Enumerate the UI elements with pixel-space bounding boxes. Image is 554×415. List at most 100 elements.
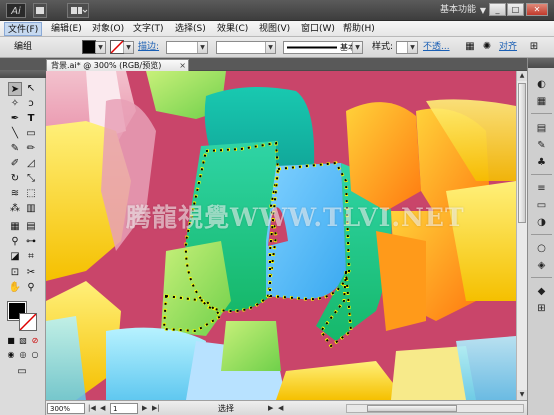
align-link[interactable]: 对齐: [499, 42, 517, 53]
selection-tool-icon[interactable]: ➤: [8, 82, 22, 96]
close-tab-icon[interactable]: ×: [179, 60, 186, 71]
grid-icon[interactable]: ▦: [463, 40, 477, 54]
vertical-scrollbar[interactable]: ▲ ▼: [516, 71, 527, 400]
scroll-up-icon[interactable]: ▲: [517, 71, 527, 81]
menu-select[interactable]: 选择(S): [172, 22, 209, 36]
next-artboard-icon[interactable]: ▶: [142, 403, 147, 414]
color-panel-icon[interactable]: ◐: [535, 78, 548, 91]
app-logo: Ai: [6, 3, 26, 18]
previous-artboard-icon[interactable]: ◀: [100, 403, 105, 414]
blend-icon[interactable]: ⊶: [24, 235, 38, 249]
transparency-icon[interactable]: ◑: [535, 216, 548, 229]
symbol-sprayer-icon[interactable]: ⁂: [8, 202, 22, 216]
scissors-icon[interactable]: ✂: [24, 266, 38, 280]
type-tool-icon[interactable]: T: [24, 112, 38, 126]
menu-view[interactable]: 视图(V): [256, 22, 293, 36]
paintbrush-icon[interactable]: ✎: [8, 142, 22, 156]
menu-window[interactable]: 窗口(W): [298, 22, 338, 36]
brushes-icon[interactable]: ✎: [535, 139, 548, 152]
line-tool-icon[interactable]: ╲: [8, 127, 22, 141]
draw-normal-icon[interactable]: ◉: [6, 350, 16, 360]
rectangle-tool-icon[interactable]: ▭: [24, 127, 38, 141]
status-menu-arrow-icon[interactable]: ▶: [268, 403, 273, 414]
graphic-style-dropdown[interactable]: ▼: [396, 41, 418, 54]
horizontal-scroll-thumb[interactable]: [367, 405, 457, 412]
style-label: 样式:: [372, 42, 394, 52]
rotate-icon[interactable]: ↻: [8, 172, 22, 186]
eyedropper-icon[interactable]: ⚲: [8, 235, 22, 249]
column-graph-icon[interactable]: ▥: [24, 202, 38, 216]
artboard-number-field[interactable]: 1: [110, 403, 138, 414]
color-mode-icon[interactable]: ■: [6, 336, 16, 346]
hand-icon[interactable]: ✋: [8, 281, 22, 295]
menu-effect[interactable]: 效果(C): [214, 22, 251, 36]
stroke-panel-icon[interactable]: ≡: [535, 182, 548, 195]
transform-icon[interactable]: ⊞: [527, 40, 541, 54]
chevron-down-icon[interactable]: ▼: [480, 3, 486, 18]
fill-swatch[interactable]: [82, 40, 96, 54]
stroke-dropdown[interactable]: ▼: [123, 41, 134, 54]
fill-dropdown[interactable]: ▼: [95, 41, 106, 54]
pencil-icon[interactable]: ✏: [24, 142, 38, 156]
brush-definition-dropdown[interactable]: 基本 ▼: [283, 41, 363, 54]
stroke-weight-link[interactable]: 描边:: [138, 42, 159, 53]
eraser-icon[interactable]: ◿: [24, 157, 38, 171]
layers-icon[interactable]: ◆: [535, 285, 548, 298]
stroke-weight-field[interactable]: ▼: [166, 41, 208, 54]
opacity-link[interactable]: 不透...: [423, 42, 450, 53]
scroll-left-icon[interactable]: ◀: [278, 403, 283, 414]
last-artboard-icon[interactable]: ▶|: [152, 403, 160, 414]
zoom-icon[interactable]: ⚲: [24, 281, 38, 295]
workspace-switcher[interactable]: 基本功能: [440, 3, 476, 18]
maximize-button[interactable]: □: [507, 3, 524, 16]
gradient-icon[interactable]: ▤: [24, 220, 38, 234]
recolor-artwork-icon[interactable]: ✺: [480, 40, 494, 54]
slice-icon[interactable]: ⌗: [24, 250, 38, 264]
live-paint-icon[interactable]: ◪: [8, 250, 22, 264]
artboard-icon[interactable]: ⊡: [8, 266, 22, 280]
horizontal-scrollbar[interactable]: [346, 404, 524, 413]
warp-icon[interactable]: ≋: [8, 187, 22, 201]
minimize-button[interactable]: _: [489, 3, 506, 16]
vertical-scroll-thumb[interactable]: [518, 83, 526, 223]
pen-tool-icon[interactable]: ✒: [8, 112, 22, 126]
menu-edit[interactable]: 编辑(E): [48, 22, 85, 36]
free-transform-icon[interactable]: ⬚: [24, 187, 38, 201]
status-tool-text[interactable]: 选择: [218, 403, 234, 414]
scale-icon[interactable]: ⤡: [24, 172, 38, 186]
graphic-styles-icon[interactable]: ◈: [535, 259, 548, 272]
artboard-canvas[interactable]: 腾龍視覺WWW.TLVI.NET: [46, 71, 516, 400]
draw-behind-icon[interactable]: ◎: [18, 350, 28, 360]
swatches-icon[interactable]: ▤: [535, 122, 548, 135]
magic-wand-icon[interactable]: ✧: [8, 97, 22, 111]
zoom-level-field[interactable]: 300%: [47, 403, 85, 414]
bridge-button[interactable]: [33, 3, 47, 18]
direct-selection-tool-icon[interactable]: ↖: [24, 82, 38, 96]
color-guide-icon[interactable]: ▦: [535, 95, 548, 108]
screen-mode-icon[interactable]: ▭: [14, 366, 30, 378]
menu-file[interactable]: 文件(F): [4, 22, 43, 36]
none-mode-icon[interactable]: ⊘: [30, 336, 40, 346]
mesh-icon[interactable]: ▦: [8, 220, 22, 234]
gradient-mode-icon[interactable]: ▧: [18, 336, 28, 346]
menu-help[interactable]: 帮助(H): [340, 22, 378, 36]
artboards-panel-icon[interactable]: ⊞: [535, 302, 548, 315]
stroke-swatch[interactable]: [110, 40, 124, 54]
document-tab[interactable]: 背景.ai* @ 300% (RGB/预览) ×: [46, 59, 189, 71]
lasso-icon[interactable]: ↄ: [24, 97, 38, 111]
tools-panel-header[interactable]: [0, 70, 46, 78]
close-window-button[interactable]: ✕: [526, 3, 548, 16]
scroll-down-icon[interactable]: ▼: [517, 390, 527, 400]
first-artboard-icon[interactable]: |◀: [88, 403, 96, 414]
gradient-panel-icon[interactable]: ▭: [535, 199, 548, 212]
appearance-icon[interactable]: ○: [535, 242, 548, 255]
blob-brush-icon[interactable]: ✐: [8, 157, 22, 171]
menu-type[interactable]: 文字(T): [130, 22, 167, 36]
stroke-color-box[interactable]: [19, 313, 37, 331]
arrange-documents-button[interactable]: [67, 3, 89, 18]
dock-header[interactable]: [528, 58, 554, 68]
menu-object[interactable]: 对象(O): [89, 22, 127, 36]
symbols-icon[interactable]: ♣: [535, 156, 548, 169]
draw-inside-icon[interactable]: ○: [30, 350, 40, 360]
variable-width-profile[interactable]: ▼: [216, 41, 276, 54]
